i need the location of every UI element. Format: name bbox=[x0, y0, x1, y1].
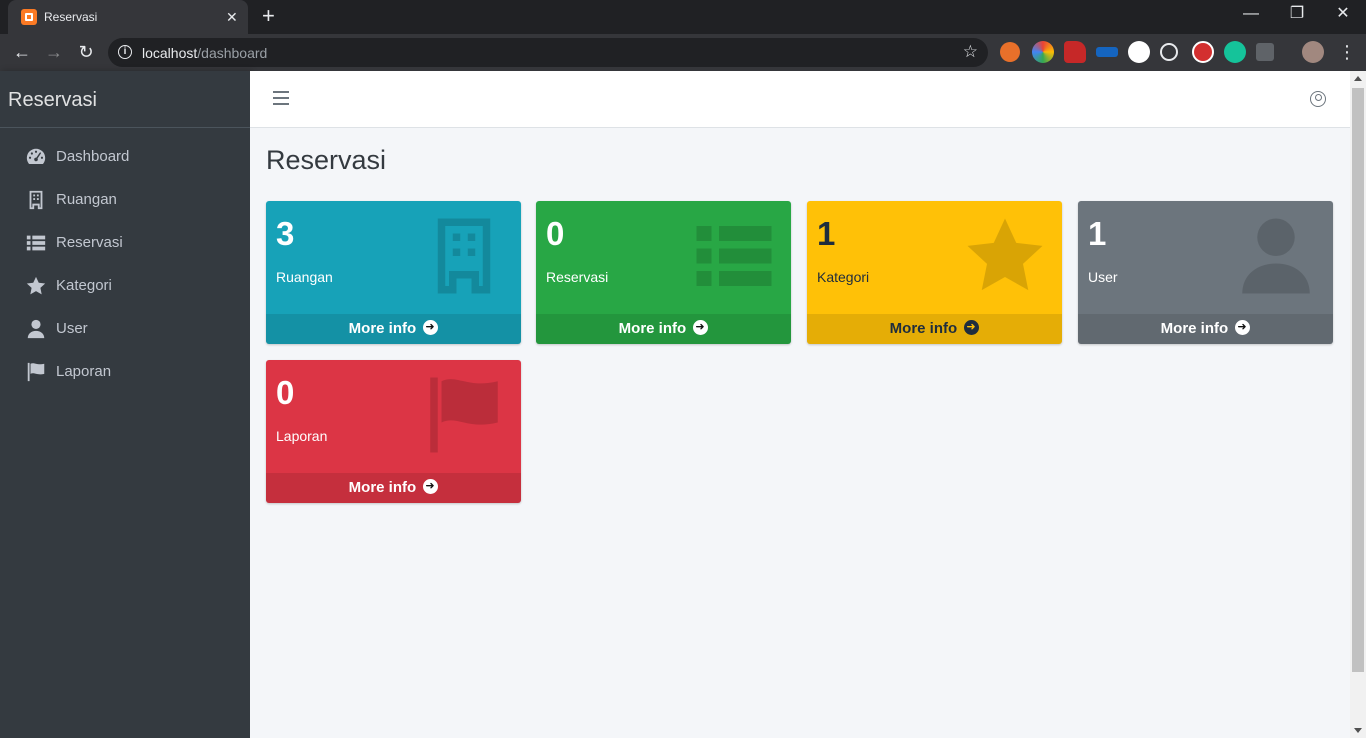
sidebar-item-label: Ruangan bbox=[56, 191, 117, 208]
scroll-down-icon[interactable] bbox=[1354, 728, 1362, 733]
user-icon bbox=[1242, 218, 1310, 294]
more-info-link[interactable]: More info bbox=[266, 471, 521, 503]
sidebar-item-label: Dashboard bbox=[56, 148, 130, 165]
list-icon bbox=[696, 226, 772, 286]
ext-facebook-icon[interactable] bbox=[1256, 43, 1274, 61]
more-info-link[interactable]: More info bbox=[536, 312, 791, 344]
sidebar-item-label: User bbox=[56, 320, 88, 337]
box-label: Ruangan bbox=[276, 269, 333, 285]
sidebar-item-label: Laporan bbox=[56, 363, 112, 380]
box-value: 1 bbox=[1088, 215, 1107, 252]
sidebar-item-laporan[interactable]: Laporan bbox=[8, 350, 242, 393]
browser-tabbar: Reservasi ✕ + — ❐ ✕ bbox=[0, 0, 1366, 34]
more-info-link[interactable]: More info bbox=[266, 312, 521, 344]
box-value: 0 bbox=[276, 374, 295, 411]
box-label: User bbox=[1088, 269, 1118, 285]
sidebar-item-kategori[interactable]: Kategori bbox=[8, 264, 242, 307]
scroll-up-icon[interactable] bbox=[1354, 76, 1362, 81]
box-value: 3 bbox=[276, 215, 295, 252]
sidebar-item-label: Kategori bbox=[56, 277, 112, 294]
box-label: Laporan bbox=[276, 428, 328, 444]
flag-icon bbox=[27, 362, 45, 382]
box-label: Reservasi bbox=[546, 269, 609, 285]
ext-orange-icon[interactable] bbox=[1000, 42, 1020, 62]
arrow-circle-right-icon bbox=[693, 312, 709, 342]
arrow-circle-right-icon bbox=[964, 312, 980, 342]
more-info-link[interactable]: More info bbox=[807, 312, 1062, 344]
ext-colorwheel-icon[interactable] bbox=[1032, 41, 1054, 63]
scrollbar-thumb[interactable] bbox=[1352, 88, 1364, 672]
sidebar-menu: Dashboard Ruangan Reservasi Kategori Use… bbox=[0, 128, 250, 393]
small-box-ruangan: 3 Ruangan More info bbox=[266, 201, 521, 344]
small-box-laporan: 0 Laporan More info bbox=[266, 360, 521, 503]
flag-icon bbox=[430, 377, 498, 453]
site-info-icon[interactable]: i bbox=[118, 45, 132, 59]
ext-santa-icon[interactable] bbox=[1064, 41, 1086, 63]
tab-close-icon[interactable]: ✕ bbox=[226, 8, 238, 26]
vertical-scrollbar[interactable] bbox=[1350, 71, 1366, 738]
browser-tab[interactable]: Reservasi ✕ bbox=[8, 0, 248, 34]
sidebar-item-user[interactable]: User bbox=[8, 307, 242, 350]
page-title: Reservasi bbox=[266, 145, 387, 175]
back-arrow-icon[interactable]: ← bbox=[10, 40, 34, 64]
small-box-reservasi: 0 Reservasi More info bbox=[536, 201, 791, 344]
small-box-kategori: 1 Kategori More info bbox=[807, 201, 1062, 344]
ext-react-icon[interactable] bbox=[1160, 43, 1178, 61]
sidebar-item-reservasi[interactable]: Reservasi bbox=[8, 221, 242, 264]
xampp-favicon-icon bbox=[21, 9, 37, 25]
box-value: 0 bbox=[546, 215, 565, 252]
ext-plane-icon[interactable] bbox=[1096, 47, 1118, 57]
arrow-circle-right-icon bbox=[423, 312, 439, 342]
ext-abp-icon[interactable] bbox=[1192, 41, 1214, 63]
brand-link[interactable]: Reservasi bbox=[0, 71, 250, 128]
restore-button[interactable]: ❐ bbox=[1282, 4, 1312, 24]
hamburger-menu-icon[interactable] bbox=[273, 91, 289, 105]
forward-arrow-icon[interactable]: → bbox=[42, 40, 66, 64]
arrow-circle-right-icon bbox=[423, 471, 439, 501]
sidebar-item-ruangan[interactable]: Ruangan bbox=[8, 178, 242, 221]
ext-grammarly-icon[interactable] bbox=[1224, 41, 1246, 63]
browser-toolbar: ← → ↻ i localhost/dashboard ☆ ⋮ bbox=[0, 34, 1366, 71]
url-text: localhost/dashboard bbox=[142, 45, 268, 61]
building-icon bbox=[437, 218, 491, 294]
box-label: Kategori bbox=[817, 269, 870, 285]
ext-json-icon[interactable] bbox=[1128, 41, 1150, 63]
user-icon bbox=[27, 319, 45, 339]
small-box-user: 1 User More info bbox=[1078, 201, 1333, 344]
star-icon bbox=[967, 218, 1043, 291]
profile-avatar[interactable] bbox=[1302, 41, 1324, 63]
arrow-circle-right-icon bbox=[1235, 312, 1251, 342]
list-icon bbox=[26, 235, 46, 251]
sidebar-item-label: Reservasi bbox=[56, 234, 123, 251]
content-wrapper: Reservasi 3 Ruangan More info 0 Reservas… bbox=[250, 71, 1350, 738]
box-value: 1 bbox=[817, 215, 836, 252]
sidebar: Reservasi Dashboard Ruangan Reservasi Ka… bbox=[0, 71, 250, 738]
more-info-link[interactable]: More info bbox=[1078, 312, 1333, 344]
tachometer-icon bbox=[26, 148, 46, 165]
window-close-button[interactable]: ✕ bbox=[1328, 4, 1358, 24]
new-tab-button[interactable]: + bbox=[262, 5, 275, 27]
app: Reservasi Dashboard Ruangan Reservasi Ka… bbox=[0, 71, 1366, 738]
sidebar-item-dashboard[interactable]: Dashboard bbox=[8, 135, 242, 178]
star-icon bbox=[26, 276, 46, 295]
browser-menu-icon[interactable]: ⋮ bbox=[1338, 40, 1356, 64]
reload-icon[interactable]: ↻ bbox=[74, 40, 98, 64]
address-bar[interactable]: i localhost/dashboard ☆ bbox=[108, 38, 988, 67]
building-icon bbox=[29, 190, 43, 210]
minimize-button[interactable]: — bbox=[1236, 4, 1266, 24]
tab-title: Reservasi bbox=[44, 10, 98, 24]
top-navbar bbox=[250, 71, 1350, 128]
bookmark-star-icon[interactable]: ☆ bbox=[963, 42, 978, 62]
user-account-icon[interactable] bbox=[1310, 91, 1326, 107]
